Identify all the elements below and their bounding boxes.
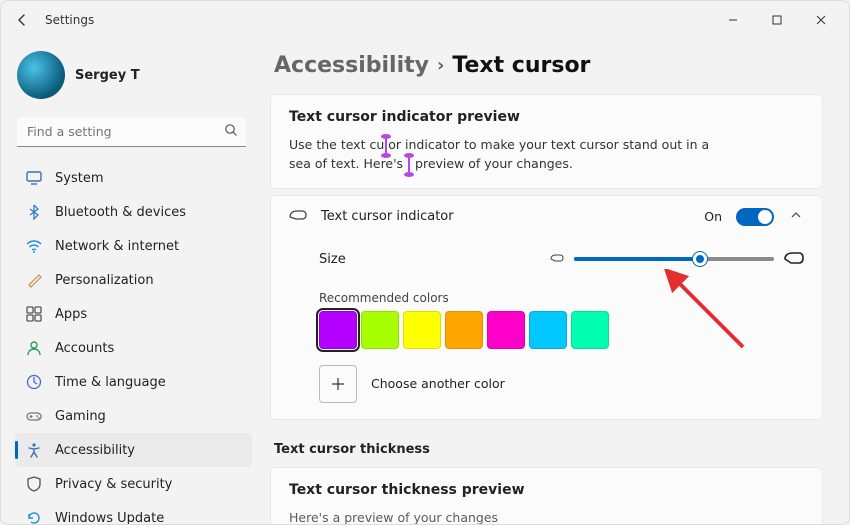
sidebar-item-apps[interactable]: Apps <box>15 297 252 331</box>
choose-color-row: Choose another color <box>271 365 822 419</box>
sidebar-item-label: Gaming <box>55 409 106 424</box>
size-large-icon <box>784 252 804 266</box>
gaming-icon <box>25 407 43 425</box>
tag-icon <box>289 210 307 224</box>
sidebar-item-network-internet[interactable]: Network & internet <box>15 229 252 263</box>
indicator-panel: Text cursor indicator On Size <box>270 195 823 420</box>
sidebar-item-privacy-security[interactable]: Privacy & security <box>15 467 252 501</box>
sidebar-item-bluetooth-devices[interactable]: Bluetooth & devices <box>15 195 252 229</box>
indicator-toggle[interactable] <box>736 208 774 226</box>
update-icon <box>25 509 43 524</box>
size-label: Size <box>319 252 346 267</box>
person-icon <box>25 339 43 357</box>
sidebar-item-time-language[interactable]: Time & language <box>15 365 252 399</box>
cursor-indicator-preview-2 <box>408 158 410 172</box>
thickness-preview-card: Text cursor thickness preview Here's a p… <box>270 467 823 524</box>
slider-thumb[interactable] <box>693 252 707 266</box>
breadcrumb-parent[interactable]: Accessibility <box>274 53 429 78</box>
sidebar-item-system[interactable]: System <box>15 161 252 195</box>
size-slider[interactable] <box>574 257 774 261</box>
sidebar-item-gaming[interactable]: Gaming <box>15 399 252 433</box>
accessibility-icon <box>25 441 43 459</box>
user-name: Sergey T <box>75 68 140 83</box>
sidebar-item-label: Network & internet <box>55 239 179 254</box>
back-button[interactable] <box>7 5 37 35</box>
paintbrush-icon <box>25 271 43 289</box>
search-input[interactable] <box>17 117 246 147</box>
preview-text: Use the text cuor indicator to make your… <box>289 135 719 174</box>
color-swatch[interactable] <box>403 311 441 349</box>
choose-color-label: Choose another color <box>371 376 505 391</box>
apps-icon <box>25 305 43 323</box>
color-swatch[interactable] <box>487 311 525 349</box>
cursor-indicator-preview-1 <box>385 139 387 153</box>
sidebar: Sergey T System Bluetooth & devices Networ… <box>1 39 256 524</box>
colors-row: Recommended colors <box>271 281 822 365</box>
maximize-button[interactable] <box>755 5 799 35</box>
wifi-icon <box>25 237 43 255</box>
sidebar-item-label: Time & language <box>55 375 166 390</box>
sidebar-item-label: System <box>55 171 103 186</box>
preview-card: Text cursor indicator preview Use the te… <box>270 94 823 189</box>
bluetooth-icon <box>25 203 43 221</box>
sidebar-item-accounts[interactable]: Accounts <box>15 331 252 365</box>
thickness-section-heading: Text cursor thickness <box>270 426 823 467</box>
size-row: Size <box>271 238 822 281</box>
color-swatch[interactable] <box>445 311 483 349</box>
sidebar-item-label: Privacy & security <box>55 477 172 492</box>
color-swatch[interactable] <box>529 311 567 349</box>
breadcrumb: Accessibility › Text cursor <box>274 53 823 78</box>
sidebar-item-accessibility[interactable]: Accessibility <box>15 433 252 467</box>
color-swatches <box>319 311 804 349</box>
sidebar-item-label: Apps <box>55 307 87 322</box>
thickness-preview-heading: Text cursor thickness preview <box>289 482 804 498</box>
chevron-right-icon: › <box>437 55 444 76</box>
settings-window: Settings Sergey T System Bluetooth & devi… <box>0 0 850 525</box>
sidebar-item-windows-update[interactable]: Windows Update <box>15 501 252 524</box>
indicator-header-row[interactable]: Text cursor indicator On <box>271 196 822 238</box>
colors-label: Recommended colors <box>319 291 804 305</box>
preview-heading: Text cursor indicator preview <box>289 109 804 125</box>
system-icon <box>25 169 43 187</box>
search-icon <box>224 123 238 141</box>
minimize-button[interactable] <box>711 5 755 35</box>
clock-globe-icon <box>25 373 43 391</box>
sidebar-item-label: Accounts <box>55 341 114 356</box>
color-swatch[interactable] <box>319 311 357 349</box>
size-small-icon <box>550 254 564 264</box>
color-swatch[interactable] <box>361 311 399 349</box>
sidebar-item-label: Windows Update <box>55 511 164 525</box>
breadcrumb-current: Text cursor <box>452 53 590 78</box>
add-color-button[interactable] <box>319 365 357 403</box>
window-title: Settings <box>45 13 94 27</box>
main-content: Accessibility › Text cursor Text cursor … <box>256 39 849 524</box>
shield-icon <box>25 475 43 493</box>
sidebar-item-label: Personalization <box>55 273 154 288</box>
toggle-state-label: On <box>704 209 722 224</box>
chevron-up-icon[interactable] <box>788 209 804 224</box>
sidebar-item-label: Accessibility <box>55 443 135 458</box>
thickness-preview-text: Here's a preview of your changes <box>289 508 719 524</box>
indicator-label: Text cursor indicator <box>321 209 454 224</box>
sidebar-item-label: Bluetooth & devices <box>55 205 186 220</box>
color-swatch[interactable] <box>571 311 609 349</box>
nav-list: System Bluetooth & devices Network & inter… <box>15 161 252 524</box>
close-button[interactable] <box>799 5 843 35</box>
user-tile[interactable]: Sergey T <box>15 45 252 113</box>
avatar <box>17 51 65 99</box>
search-box <box>17 117 246 147</box>
slider-fill <box>574 257 700 261</box>
sidebar-item-personalization[interactable]: Personalization <box>15 263 252 297</box>
titlebar: Settings <box>1 1 849 39</box>
